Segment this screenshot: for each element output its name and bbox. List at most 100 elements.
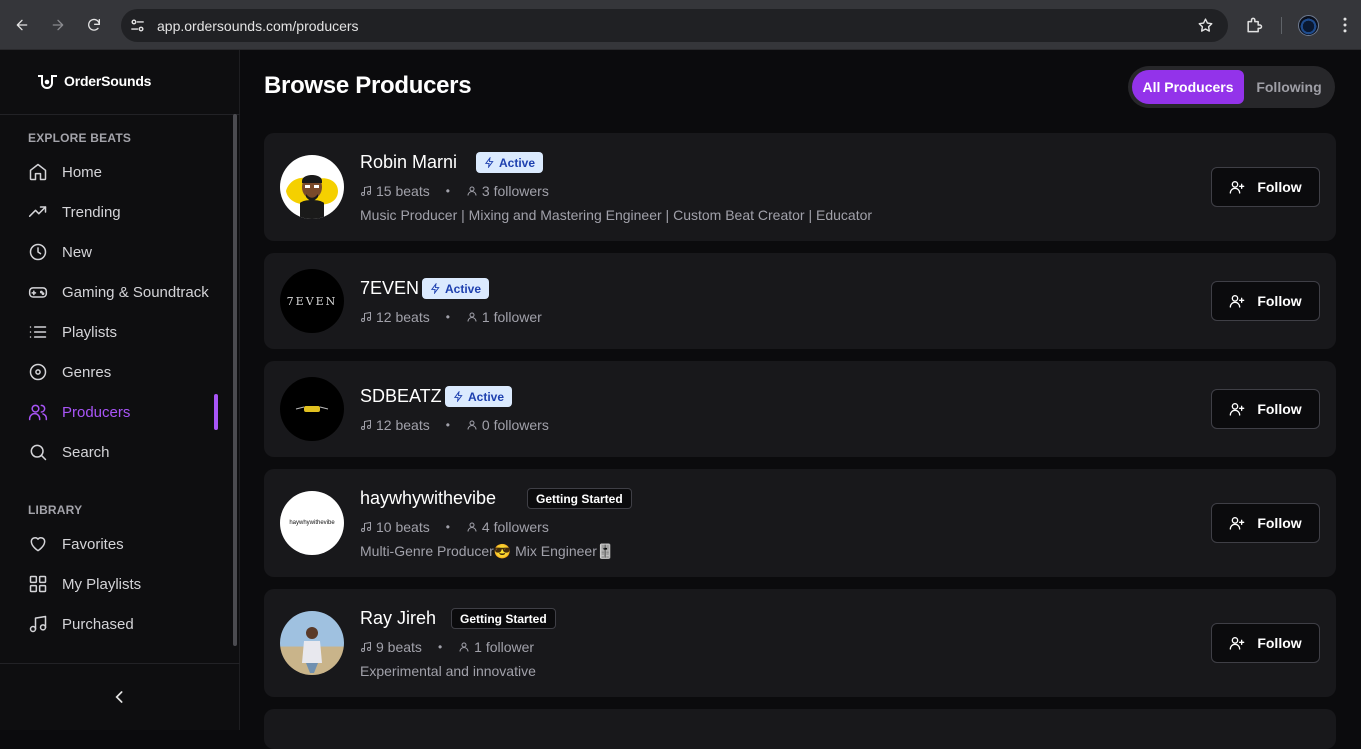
sidebar-item-home[interactable]: Home <box>28 154 218 190</box>
producer-stats: 12 beats • 0 followers <box>360 417 549 433</box>
main-content: Browse Producers All Producers Following… <box>240 50 1361 749</box>
user-icon <box>467 522 477 532</box>
follow-button[interactable]: Follow <box>1211 623 1320 663</box>
users-icon <box>28 404 48 421</box>
producer-stats: 12 beats • 1 follower <box>360 309 542 325</box>
status-badge-label: Getting Started <box>536 491 623 506</box>
sidebar-item-label: New <box>62 243 93 261</box>
reload-icon[interactable] <box>82 13 106 37</box>
profile-avatar[interactable] <box>1298 15 1319 36</box>
user-plus-icon <box>1229 295 1245 308</box>
logo-mark-icon <box>38 75 57 89</box>
follow-button[interactable]: Follow <box>1211 503 1320 543</box>
producer-stats: 9 beats • 1 follower <box>360 639 534 655</box>
forward-icon[interactable] <box>46 13 70 37</box>
sidebar-item-purchased[interactable]: Purchased <box>28 606 218 642</box>
status-badge: Active <box>422 278 490 299</box>
trending-icon <box>28 206 47 217</box>
producer-name[interactable]: 7EVEN <box>360 278 419 299</box>
producer-avatar[interactable] <box>280 155 344 219</box>
producer-card[interactable]: haywhywithevibe haywhywithevibe Getting … <box>264 469 1336 577</box>
producer-stats: 10 beats • 4 followers <box>360 519 549 535</box>
follow-button[interactable]: Follow <box>1211 389 1320 429</box>
beats-count: 12 beats <box>376 309 430 325</box>
page-title: Browse Producers <box>264 72 472 99</box>
producer-card[interactable]: 7EVEN 7EVEN Active 12 beats • 1 follower… <box>264 253 1336 349</box>
producer-name[interactable]: Ray Jireh <box>360 608 436 629</box>
lightning-icon <box>484 157 494 168</box>
producers-filter-toggle: All Producers Following <box>1128 66 1335 108</box>
sidebar-item-my-playlists[interactable]: My Playlists <box>28 566 218 602</box>
music-note-icon <box>361 185 371 196</box>
avatar-photo-icon <box>302 627 322 673</box>
beats-count: 12 beats <box>376 417 430 433</box>
brand-logo[interactable]: OrderSounds <box>36 72 151 89</box>
producer-avatar[interactable]: haywhywithevibe <box>280 491 344 555</box>
sidebar-item-genres[interactable]: Genres <box>28 354 218 390</box>
follow-label: Follow <box>1257 401 1302 417</box>
avatar-text: 7EVEN <box>286 294 338 308</box>
separator-dot: • <box>445 520 450 534</box>
sidebar-item-gaming[interactable]: Gaming & Soundtrack <box>28 274 218 310</box>
producer-bio: Music Producer | Mixing and Mastering En… <box>360 207 873 223</box>
followers-count: 3 followers <box>481 183 549 199</box>
sidebar-item-trending[interactable]: Trending <box>28 194 218 230</box>
status-badge: Active <box>476 152 544 173</box>
beats-count: 9 beats <box>376 639 422 655</box>
producer-avatar[interactable] <box>280 377 344 441</box>
browser-toolbar: app.ordersounds.com/producers <box>0 0 1361 50</box>
music-note-icon <box>361 521 371 532</box>
bookmark-star-icon[interactable] <box>1197 17 1214 34</box>
lightning-icon <box>430 283 440 294</box>
all-producers-tab[interactable]: All Producers <box>1132 70 1244 104</box>
collapse-sidebar-icon[interactable] <box>110 687 130 707</box>
site-settings-icon[interactable] <box>129 17 146 34</box>
producer-card[interactable]: Robin Marni Active 15 beats • 3 follower… <box>264 133 1336 241</box>
sidebar-scrollbar[interactable] <box>233 114 237 646</box>
user-plus-icon <box>1229 637 1245 650</box>
home-icon <box>29 163 47 181</box>
gamepad-icon <box>28 287 48 298</box>
music-note-icon <box>361 641 371 652</box>
more-menu-icon[interactable] <box>1335 15 1355 35</box>
status-badge: Getting Started <box>451 608 556 629</box>
followers-count: 1 follower <box>481 309 542 325</box>
following-tab[interactable]: Following <box>1248 70 1330 104</box>
sidebar-item-favorites[interactable]: Favorites <box>28 526 218 562</box>
sidebar-item-label: Purchased <box>62 615 134 633</box>
user-plus-icon <box>1229 517 1245 530</box>
follow-button[interactable]: Follow <box>1211 167 1320 207</box>
user-plus-icon <box>1229 181 1245 194</box>
grid-icon <box>29 575 47 593</box>
producer-card[interactable] <box>264 709 1336 749</box>
back-icon[interactable] <box>10 13 34 37</box>
sidebar-item-label: Search <box>62 443 110 461</box>
list-icon <box>29 326 47 338</box>
follow-button[interactable]: Follow <box>1211 281 1320 321</box>
toolbar-separator <box>1281 17 1282 34</box>
producer-avatar[interactable] <box>280 611 344 675</box>
address-bar[interactable]: app.ordersounds.com/producers <box>121 9 1228 42</box>
sidebar-item-playlists[interactable]: Playlists <box>28 314 218 350</box>
extensions-icon[interactable] <box>1244 15 1264 35</box>
producer-name[interactable]: SDBEATZ <box>360 386 442 407</box>
producer-card[interactable]: SDBEATZ Active 12 beats • 0 followers Fo… <box>264 361 1336 457</box>
sidebar-divider <box>0 114 240 115</box>
disc-icon <box>29 363 47 381</box>
avatar-illustration-icon <box>286 175 338 219</box>
active-indicator <box>214 394 218 430</box>
producer-card[interactable]: Ray Jireh Getting Started 9 beats • 1 fo… <box>264 589 1336 697</box>
music-note-icon <box>29 615 47 633</box>
producer-bio: Experimental and innovative <box>360 663 536 679</box>
sidebar-item-label: Producers <box>62 403 131 421</box>
sidebar-item-producers[interactable]: Producers <box>28 394 218 430</box>
sidebar-item-search[interactable]: Search <box>28 434 218 470</box>
user-icon <box>459 642 469 652</box>
heart-icon <box>30 537 46 552</box>
producer-name[interactable]: haywhywithevibe <box>360 488 496 509</box>
sidebar-item-label: Playlists <box>62 323 118 341</box>
status-badge-label: Active <box>445 281 482 296</box>
producer-avatar[interactable]: 7EVEN <box>280 269 344 333</box>
producer-name[interactable]: Robin Marni <box>360 152 457 173</box>
sidebar-item-new[interactable]: New <box>28 234 218 270</box>
